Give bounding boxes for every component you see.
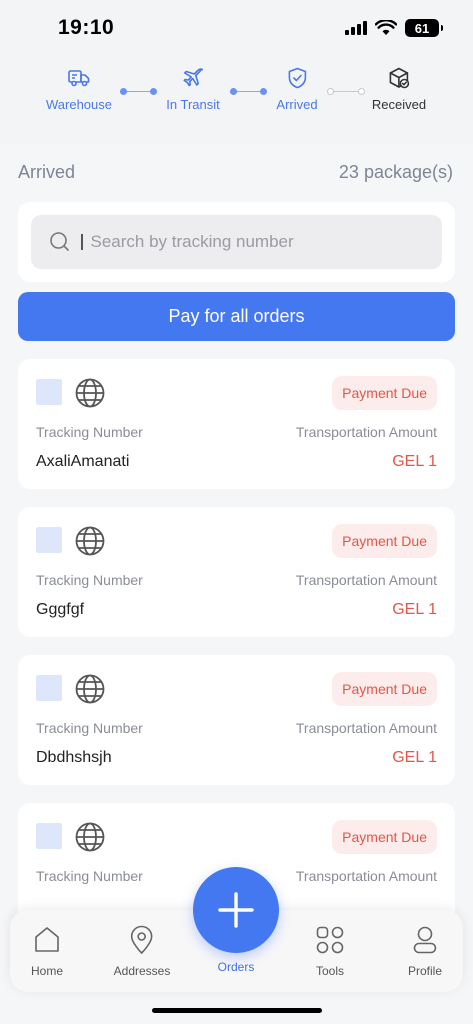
amount-label: Transportation Amount bbox=[295, 424, 437, 440]
package-count: 23 package(s) bbox=[338, 162, 453, 182]
status-icons: 61 bbox=[345, 19, 443, 37]
transport-amount: GEL 1 bbox=[392, 749, 437, 766]
search-icon bbox=[50, 232, 69, 251]
battery-icon: 61 bbox=[405, 19, 443, 37]
shield-check-icon bbox=[288, 67, 306, 89]
step-label: Received bbox=[371, 97, 427, 112]
order-card[interactable]: Payment Due Tracking Number Transportati… bbox=[18, 359, 455, 489]
tab-addresses[interactable]: Addresses bbox=[113, 924, 171, 978]
order-card[interactable]: Payment Due Tracking Number Transportati… bbox=[18, 655, 455, 785]
step-warehouse[interactable]: Warehouse bbox=[46, 66, 112, 112]
plus-icon bbox=[218, 892, 254, 928]
order-checkbox[interactable] bbox=[36, 527, 62, 553]
pay-all-button[interactable]: Pay for all orders bbox=[18, 292, 455, 341]
tracking-number: Gggfgf bbox=[36, 601, 85, 618]
box-check-icon bbox=[389, 67, 410, 89]
status-time: 19:10 bbox=[58, 16, 115, 39]
search-input[interactable] bbox=[90, 232, 391, 252]
tab-label: Tools bbox=[315, 964, 344, 978]
step-dot bbox=[230, 88, 237, 95]
step-label: In Transit bbox=[166, 97, 220, 112]
step-dot bbox=[327, 88, 334, 95]
search-card bbox=[18, 202, 455, 282]
status-badge: Payment Due bbox=[332, 524, 437, 558]
tab-tools[interactable]: Tools bbox=[314, 924, 346, 978]
shipment-stepper: Warehouse In Transit Arrived Received bbox=[0, 66, 473, 126]
step-label: Warehouse bbox=[46, 97, 112, 112]
search-box[interactable] bbox=[31, 215, 442, 269]
status-bar: 19:10 61 bbox=[0, 0, 473, 56]
add-order-button[interactable] bbox=[193, 867, 279, 953]
step-dot bbox=[260, 88, 267, 95]
step-received[interactable]: Received bbox=[372, 66, 426, 112]
tab-label: Orders bbox=[217, 960, 255, 974]
amount-label: Transportation Amount bbox=[295, 572, 437, 588]
tracking-label: Tracking Number bbox=[36, 424, 143, 440]
transport-amount: GEL 1 bbox=[392, 453, 437, 470]
user-icon bbox=[413, 926, 437, 954]
globe-icon bbox=[75, 378, 105, 408]
text-cursor bbox=[81, 234, 83, 250]
tab-orders[interactable]: Orders bbox=[218, 952, 255, 974]
step-arrived[interactable]: Arrived bbox=[276, 66, 318, 112]
order-checkbox[interactable] bbox=[36, 675, 62, 701]
signal-icon bbox=[345, 21, 367, 35]
amount-label: Transportation Amount bbox=[295, 720, 437, 736]
transport-amount: GEL 1 bbox=[392, 601, 437, 618]
airplane-icon bbox=[183, 68, 203, 87]
step-in-transit[interactable]: In Transit bbox=[166, 66, 220, 112]
tab-label: Profile bbox=[407, 964, 443, 978]
amount-label: Transportation Amount bbox=[295, 868, 437, 884]
location-pin-icon bbox=[131, 925, 153, 954]
tab-label: Home bbox=[30, 964, 64, 978]
summary-row: Arrived 23 package(s) bbox=[18, 162, 453, 183]
globe-icon bbox=[75, 822, 105, 852]
home-icon bbox=[35, 927, 59, 952]
order-checkbox[interactable] bbox=[36, 823, 62, 849]
grid-icon bbox=[316, 926, 344, 954]
order-card[interactable]: Payment Due Tracking Number Transportati… bbox=[18, 507, 455, 637]
home-indicator bbox=[152, 1008, 322, 1013]
tracking-label: Tracking Number bbox=[36, 868, 143, 884]
battery-level: 61 bbox=[414, 20, 430, 36]
truck-icon bbox=[68, 70, 90, 87]
tracking-label: Tracking Number bbox=[36, 572, 143, 588]
order-checkbox[interactable] bbox=[36, 379, 62, 405]
wifi-icon bbox=[375, 20, 397, 35]
step-label: Arrived bbox=[276, 97, 318, 112]
tracking-number: Dbdhshsjh bbox=[36, 749, 112, 766]
tab-profile[interactable]: Profile bbox=[408, 924, 442, 978]
globe-icon bbox=[75, 674, 105, 704]
tracking-label: Tracking Number bbox=[36, 720, 143, 736]
globe-icon bbox=[75, 526, 105, 556]
status-badge: Payment Due bbox=[332, 376, 437, 410]
tracking-number: AxaliAmanati bbox=[36, 453, 130, 470]
status-badge: Payment Due bbox=[332, 820, 437, 854]
step-dot bbox=[150, 88, 157, 95]
tab-label: Addresses bbox=[113, 964, 171, 978]
status-badge: Payment Due bbox=[332, 672, 437, 706]
step-dot bbox=[120, 88, 127, 95]
tab-home[interactable]: Home bbox=[31, 924, 63, 978]
step-dot bbox=[358, 88, 365, 95]
section-title: Arrived bbox=[18, 162, 76, 182]
